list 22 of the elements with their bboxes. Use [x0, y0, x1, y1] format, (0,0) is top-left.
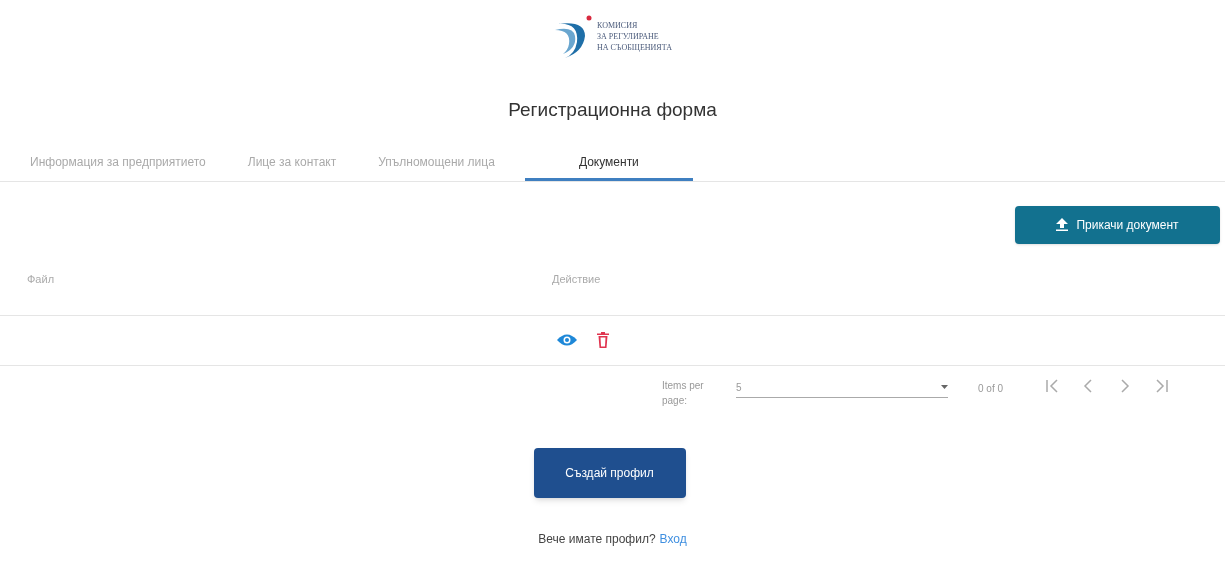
create-profile-button[interactable]: Създай профил: [533, 447, 686, 498]
last-page-icon[interactable]: [1153, 377, 1170, 394]
eye-icon[interactable]: [557, 333, 577, 347]
login-link[interactable]: Вход: [659, 529, 687, 548]
items-per-page-label: Items per page:: [662, 378, 705, 408]
dropdown-icon: [941, 385, 948, 389]
column-header: Файл: [27, 271, 56, 287]
tab[interactable]: Упълномощени лица: [366, 146, 507, 181]
logo-text: КОМИСИЯ: [597, 19, 639, 31]
tab[interactable]: Документи: [524, 146, 693, 181]
upload-icon: [1056, 218, 1069, 231]
tab[interactable]: Лице за контакт: [235, 146, 349, 181]
tab[interactable]: Информация за предприятието: [18, 146, 218, 181]
trash-icon[interactable]: [597, 332, 609, 348]
logo-text: НА СЪОБЩЕНИЯТА: [597, 41, 672, 53]
range-label: 0 of 0: [978, 381, 1004, 396]
column-header: Действие: [552, 271, 601, 287]
upload-document-button[interactable]: Прикачи документ: [1015, 205, 1220, 244]
page-size-select[interactable]: 5: [736, 377, 948, 398]
form-title: Регистрационна форма: [507, 98, 718, 122]
login-prompt: Вече имате профил?: [538, 530, 656, 548]
logo-text: ЗА РЕГУЛИРАНЕ: [597, 30, 660, 42]
